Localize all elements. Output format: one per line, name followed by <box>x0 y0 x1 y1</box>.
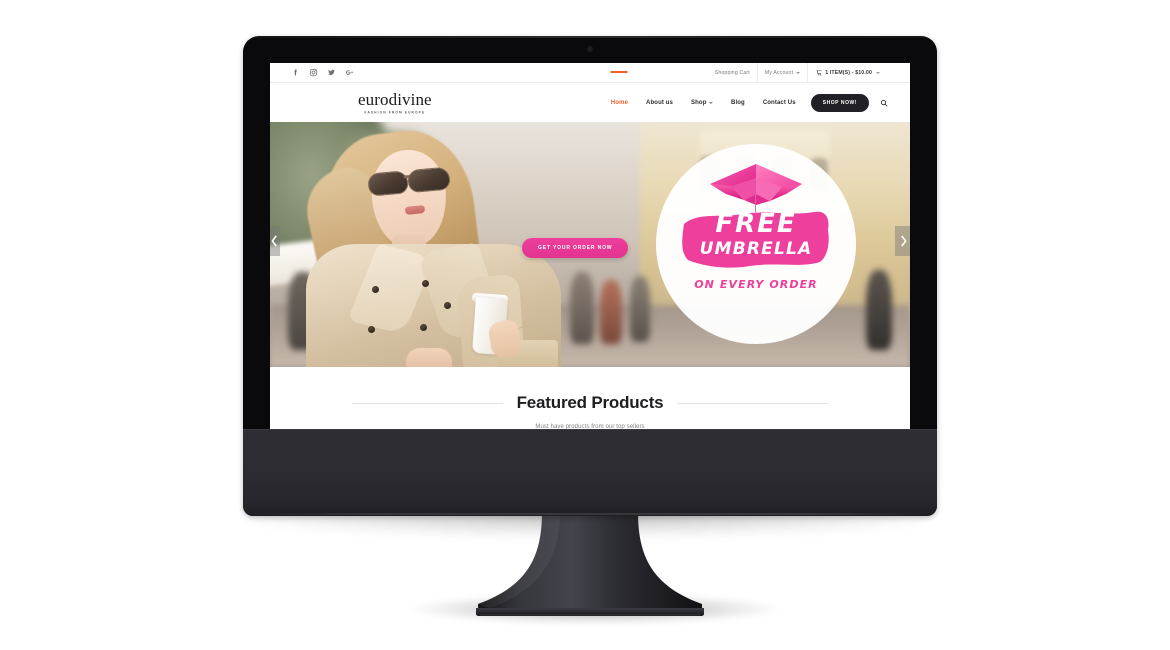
nav-label: Contact Us <box>762 99 796 106</box>
brand-tagline: FASHION FROM EUROPE <box>364 109 426 115</box>
main-nav: Home About us Shop Blog Contact Us SHOP … <box>602 71 888 122</box>
coat-button <box>444 302 451 309</box>
cart-summary-button[interactable]: 1 ITEM(S) - $10.00 <box>808 63 888 83</box>
free-text: FREE <box>715 209 797 239</box>
my-account-label: My Account <box>764 69 794 76</box>
slider-prev-button[interactable] <box>270 226 280 256</box>
cart-icon <box>816 70 822 75</box>
coat-button <box>372 286 379 293</box>
nav-item-shop[interactable]: Shop <box>682 83 722 122</box>
shop-now-button[interactable]: SHOP NOW! <box>810 93 869 112</box>
divider-left <box>352 402 503 404</box>
instagram-icon[interactable] <box>308 68 318 78</box>
umbrella-icon <box>692 160 820 212</box>
site-logo[interactable]: eurodivine FASHION FROM EUROPE <box>358 90 432 115</box>
site-header: eurodivine FASHION FROM EUROPE Home Abou… <box>270 71 910 122</box>
active-nav-indicator <box>610 71 628 73</box>
monitor-screen: Shopping Cart My Account 1 ITEM(S) - $10… <box>270 63 910 429</box>
facebook-icon[interactable] <box>290 68 300 78</box>
nav-item-contact-us[interactable]: Contact Us <box>754 83 805 122</box>
sunglass-lens <box>367 170 410 197</box>
monitor-chin <box>243 429 937 516</box>
sunglass-lens <box>407 166 451 194</box>
coat-button <box>420 324 427 331</box>
featured-products-title: Featured Products <box>516 393 664 412</box>
brush-stroke-banner: FREE UMBRELLA <box>680 208 832 270</box>
monitor-bezel: Shopping Cart My Account 1 ITEM(S) - $10… <box>243 36 937 516</box>
shopping-cart-label: Shopping Cart <box>714 69 750 76</box>
social-links <box>290 68 354 78</box>
nav-label: About us <box>646 99 674 106</box>
nav-item-home[interactable]: Home <box>602 71 637 122</box>
umbrella-text: UMBRELLA <box>699 239 813 259</box>
chin-highlight <box>243 429 937 430</box>
nav-label: Shop <box>691 99 707 106</box>
get-your-order-now-button[interactable]: GET YOUR ORDER NOW <box>522 238 629 258</box>
website-page: Shopping Cart My Account 1 ITEM(S) - $10… <box>270 63 910 429</box>
twitter-icon[interactable] <box>326 68 336 78</box>
background-pedestrian <box>600 280 622 344</box>
nav-item-about-us[interactable]: About us <box>637 83 682 122</box>
topbar-links: Shopping Cart My Account 1 ITEM(S) - $10… <box>708 63 888 83</box>
free-umbrella-badge: FREE UMBRELLA ON EVERY ORDER <box>656 144 856 344</box>
chin-bottom-edge <box>249 513 931 515</box>
nav-label: Home <box>610 99 629 106</box>
nav-item-blog[interactable]: Blog <box>722 83 754 122</box>
nav-label: Blog <box>731 99 745 106</box>
search-icon[interactable] <box>880 99 888 107</box>
monitor-stand <box>470 512 710 616</box>
my-account-link[interactable]: My Account <box>758 63 807 83</box>
slider-next-button[interactable] <box>895 226 910 256</box>
background-pedestrian <box>866 270 892 350</box>
featured-products-section: Featured Products Must have products fro… <box>270 367 910 429</box>
chevron-left-icon <box>271 235 277 247</box>
desktop-monitor-scene: Shopping Cart My Account 1 ITEM(S) - $10… <box>0 0 1170 650</box>
chevron-down-icon <box>709 102 713 104</box>
stand-neck <box>476 512 704 616</box>
chevron-down-icon <box>796 71 801 74</box>
shopping-cart-link[interactable]: Shopping Cart <box>708 63 757 83</box>
coat-button <box>422 280 429 287</box>
cart-summary-label: 1 ITEM(S) - $10.00 <box>825 69 872 76</box>
chevron-right-icon <box>901 235 907 247</box>
background-pedestrian <box>630 276 650 342</box>
chevron-down-icon <box>876 71 880 74</box>
on-every-order-text: ON EVERY ORDER <box>694 278 818 291</box>
brand-name: eurodivine <box>358 90 432 109</box>
hero-slider: GET YOUR ORDER NOW FREE UMBRELLA ON EVER… <box>270 122 910 367</box>
model-hand <box>406 348 452 367</box>
featured-heading-row: Featured Products <box>270 393 910 413</box>
divider-right <box>677 402 829 404</box>
monitor-body: Shopping Cart My Account 1 ITEM(S) - $10… <box>243 36 937 516</box>
google-plus-icon[interactable] <box>344 68 354 78</box>
background-pedestrian <box>570 272 594 344</box>
webcam-icon <box>588 47 592 51</box>
coat-button <box>368 326 375 333</box>
bezel-sheen <box>243 36 937 38</box>
site-topbar: Shopping Cart My Account 1 ITEM(S) - $10… <box>270 63 910 83</box>
